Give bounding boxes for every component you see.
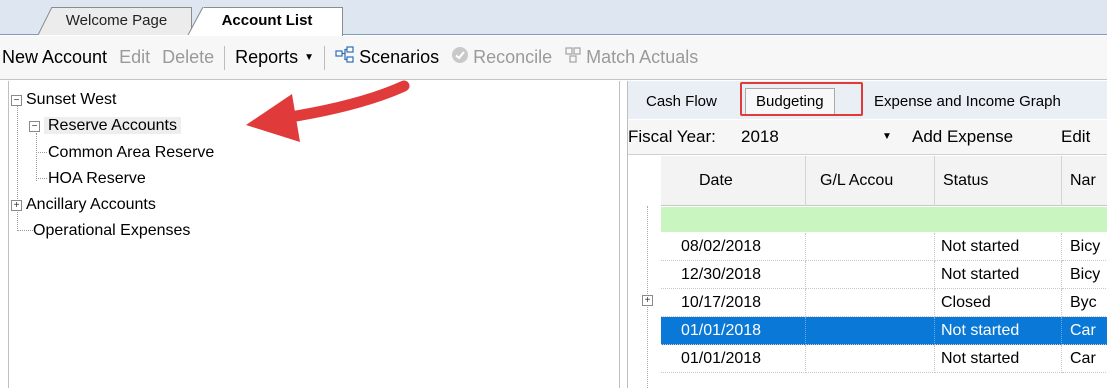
grid-header: Date G/L Accou Status Nar [661,156,1107,206]
tree-node-sunset-west[interactable]: − Sunset West [11,87,116,113]
expand-icon[interactable]: + [642,295,653,306]
account-list-window: Welcome Page Account List New Account Ed… [0,0,1107,388]
table-row[interactable]: 01/01/2018 Not started Car [661,345,1107,373]
cell-gl-account [806,345,935,373]
tree-node-label: Common Area Reserve [48,144,215,161]
check-circle-icon [451,46,469,69]
tree-node-hoa-reserve[interactable]: HOA Reserve [48,166,146,192]
toolbar-separator [224,45,226,70]
cell-status: Not started [935,317,1062,345]
cell-date: 12/30/2018 [661,261,806,289]
cell-status: Closed [935,289,1062,317]
tree-node-label: Ancillary Accounts [26,196,156,213]
table-row-selected[interactable]: 01/01/2018 Not started Car [661,317,1107,345]
tree-node-ancillary-accounts[interactable]: + Ancillary Accounts [11,192,156,218]
budget-grid: Date G/L Accou Status Nar 08/02/2018 Not… [628,156,1107,388]
column-header-status[interactable]: Status [935,156,1062,206]
cell-gl-account [806,233,935,261]
cell-name: Car [1062,345,1107,373]
tree-node-label: Operational Expenses [33,222,191,239]
cell-date: 01/01/2018 [661,345,806,373]
main-toolbar: New Account Edit Delete Reports ▼ Scenar… [0,36,1107,80]
column-header-gl-account[interactable]: G/L Accou [806,156,935,206]
account-tree: − Sunset West − Reserve Accounts Common … [8,81,620,388]
cell-name: Byc [1062,289,1107,317]
tree-connector [36,152,47,153]
collapse-icon[interactable]: − [29,121,40,132]
cell-date: 08/02/2018 [661,233,806,261]
tab-welcome-page[interactable]: Welcome Page [38,7,192,35]
tree-node-label: HOA Reserve [48,170,146,187]
cell-gl-account [806,289,935,317]
tree-node-label: Reserve Accounts [44,117,181,134]
cell-gl-account [806,317,935,345]
cell-name: Car [1062,317,1107,345]
tree-connector [36,178,47,179]
table-row[interactable]: 10/17/2018 Closed Byc [661,289,1107,317]
cell-name: Bicy [1062,261,1107,289]
fiscal-year-toolbar: Fiscal Year: 2018 ▼ Add Expense Edit [628,120,1107,155]
edit-button[interactable]: Edit [113,36,156,79]
chevron-down-icon[interactable]: ▼ [882,131,892,142]
delete-label: Delete [162,47,215,67]
new-row-placeholder[interactable] [661,207,1107,232]
tree-node-operational-expenses[interactable]: Operational Expenses [33,218,190,244]
edit-label: Edit [119,47,151,67]
match-actuals-button[interactable]: Match Actuals [558,36,704,79]
detail-tab-strip: Cash Flow Budgeting Expense and Income G… [628,81,1107,119]
reports-dropdown-button[interactable]: Reports ▼ [229,36,320,79]
edit-expense-button[interactable]: Edit [1061,127,1090,147]
tree-connector [36,133,37,181]
column-header-date[interactable]: Date [661,156,806,206]
scenarios-icon [335,46,355,69]
cell-gl-account [806,261,935,289]
tree-connector [17,230,33,231]
table-row[interactable]: 08/02/2018 Not started Bicy [661,233,1107,261]
column-header-name[interactable]: Nar [1062,156,1107,206]
delete-button[interactable]: Delete [156,36,220,79]
new-account-button[interactable]: New Account [0,36,113,79]
document-tab-strip: Welcome Page Account List [0,0,1107,36]
chevron-down-icon: ▼ [304,52,315,63]
add-expense-button[interactable]: Add Expense [912,127,1013,147]
tab-budgeting[interactable]: Budgeting [745,88,835,115]
reconcile-label: Reconcile [473,47,553,67]
fiscal-year-select[interactable]: 2018 [741,127,901,147]
detail-panel: Cash Flow Budgeting Expense and Income G… [627,81,1107,388]
reports-label: Reports [235,47,299,67]
scenarios-label: Scenarios [359,47,440,67]
tab-account-list[interactable]: Account List [188,7,343,36]
tab-cash-flow[interactable]: Cash Flow [646,91,717,113]
reconcile-button[interactable]: Reconcile [445,36,558,79]
match-actuals-icon [564,46,582,69]
tree-node-label: Sunset West [26,91,117,108]
collapse-icon[interactable]: − [11,95,22,106]
cell-status: Not started [935,233,1062,261]
cell-name: Bicy [1062,233,1107,261]
tree-node-reserve-accounts[interactable]: − Reserve Accounts [29,113,181,139]
tab-expense-income-graphs[interactable]: Expense and Income Graph [874,91,1061,113]
toolbar-separator [324,45,326,70]
fiscal-year-label: Fiscal Year: [628,127,716,146]
table-row[interactable]: 12/30/2018 Not started Bicy [661,261,1107,289]
new-account-label: New Account [2,47,108,67]
scenarios-button[interactable]: Scenarios [329,36,445,79]
match-actuals-label: Match Actuals [586,47,699,67]
cell-date: 01/01/2018 [661,317,806,345]
cell-date: 10/17/2018 [661,289,806,317]
tree-node-common-area-reserve[interactable]: Common Area Reserve [48,140,214,166]
cell-status: Not started [935,261,1062,289]
expand-icon[interactable]: + [11,200,22,211]
cell-status: Not started [935,345,1062,373]
